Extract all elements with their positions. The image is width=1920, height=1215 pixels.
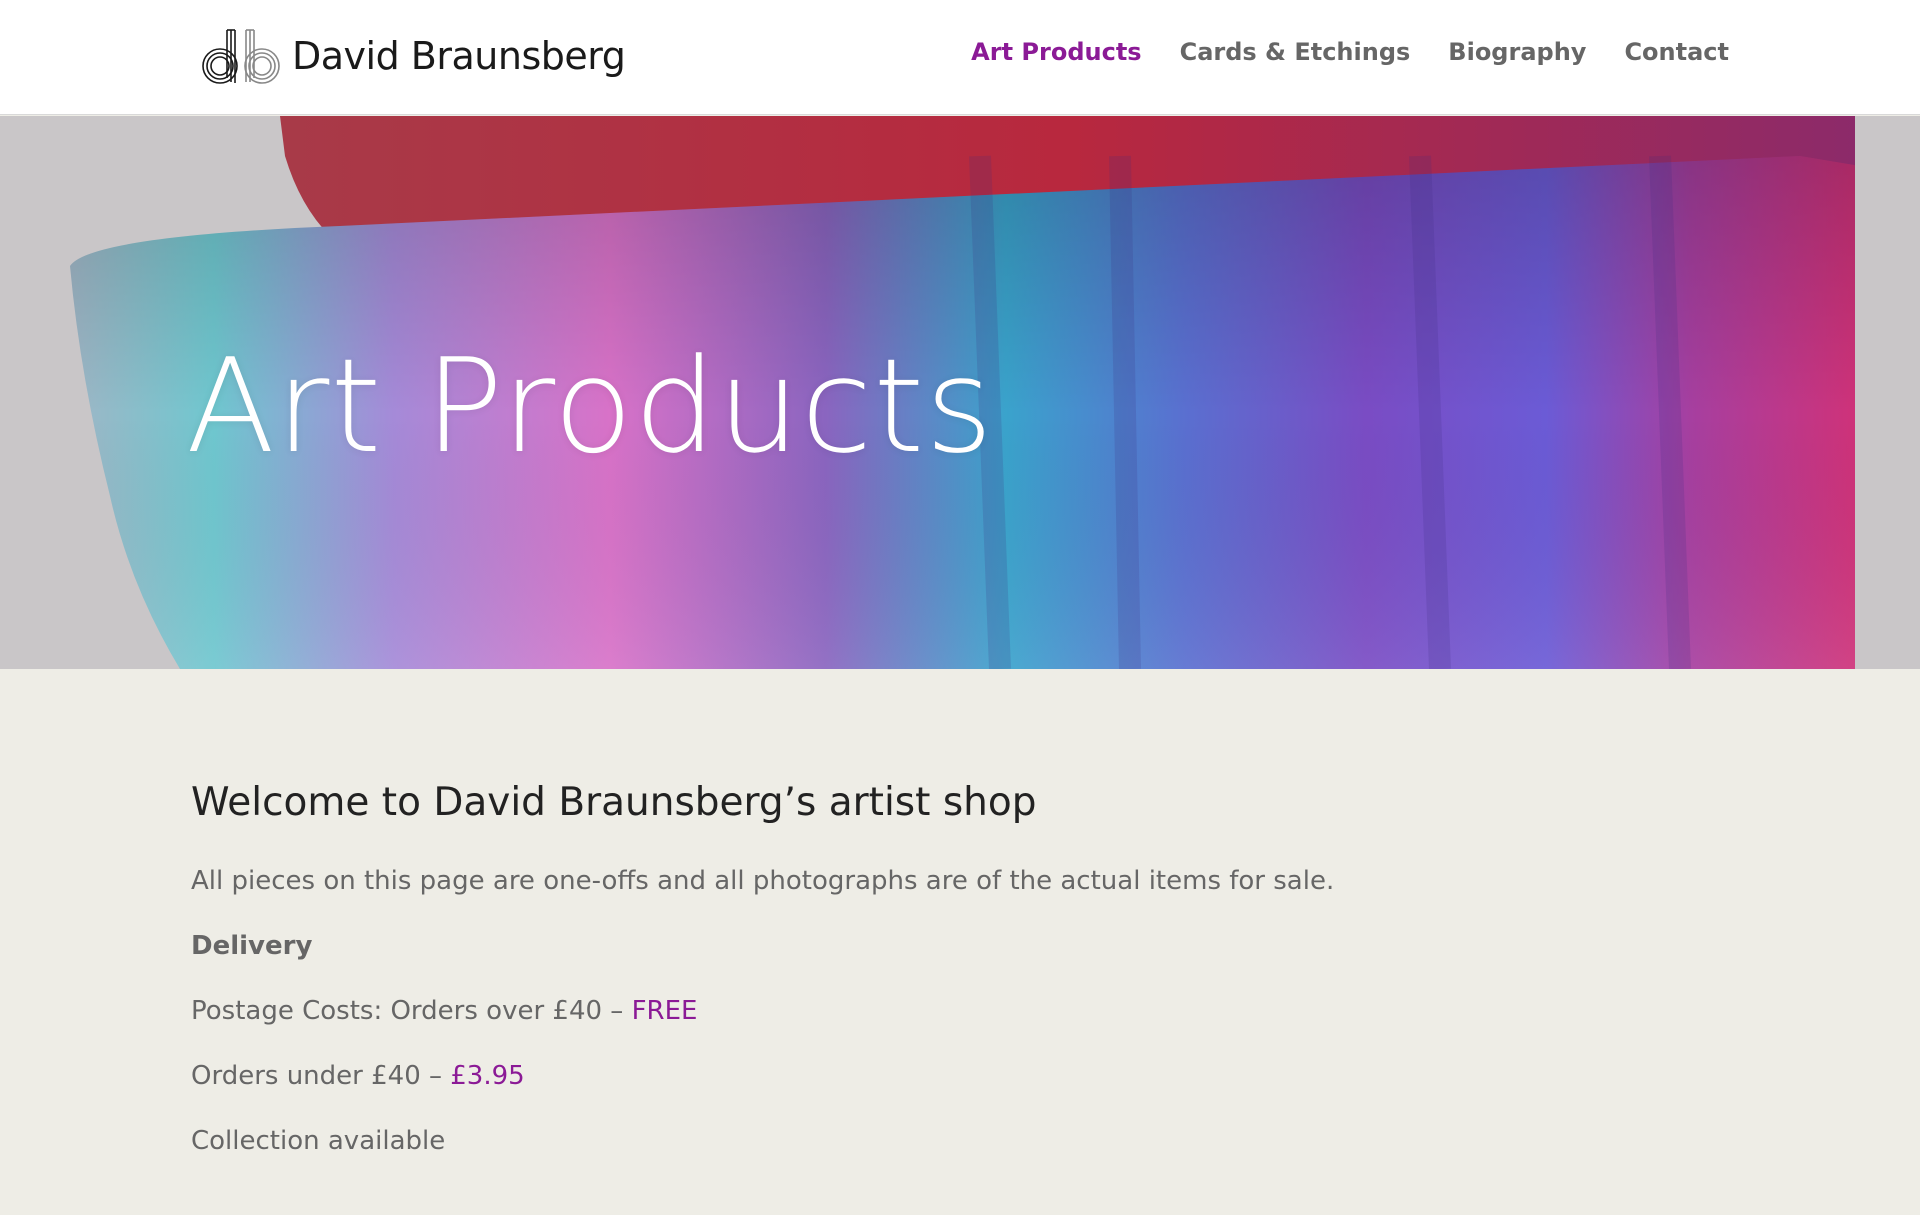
delivery-heading: Delivery <box>191 931 313 961</box>
orders-under-line: Orders under £40 – £3.95 <box>191 1058 1691 1094</box>
main-content: Welcome to David Braunsberg’s artist sho… <box>191 780 1691 1188</box>
site-header: David Braunsberg Art Products Cards & Et… <box>0 0 1920 115</box>
postage-label: Postage Costs: Orders over £40 – <box>191 996 632 1026</box>
orders-under-price: £3.95 <box>450 1061 525 1091</box>
welcome-heading: Welcome to David Braunsberg’s artist sho… <box>191 780 1037 825</box>
main-nav: Art Products Cards & Etchings Biography … <box>971 38 1729 66</box>
intro-text: All pieces on this page are one-offs and… <box>191 866 1335 896</box>
nav-item-art-products[interactable]: Art Products <box>971 38 1141 66</box>
postage-costs-line: Postage Costs: Orders over £40 – FREE <box>191 993 1691 1029</box>
collection-text: Collection available <box>191 1126 446 1156</box>
brand-name: David Braunsberg <box>292 34 626 78</box>
hero-banner: Art Products <box>0 116 1920 669</box>
orders-under-label: Orders under £40 – <box>191 1061 451 1091</box>
postage-free-value: FREE <box>631 996 698 1026</box>
nav-item-contact[interactable]: Contact <box>1624 38 1729 66</box>
site-logo[interactable]: David Braunsberg <box>200 24 626 88</box>
db-monogram-logo <box>202 29 280 84</box>
nav-item-cards-etchings[interactable]: Cards & Etchings <box>1180 38 1411 66</box>
page-title: Art Products <box>186 330 994 482</box>
nav-item-biography[interactable]: Biography <box>1448 38 1586 66</box>
